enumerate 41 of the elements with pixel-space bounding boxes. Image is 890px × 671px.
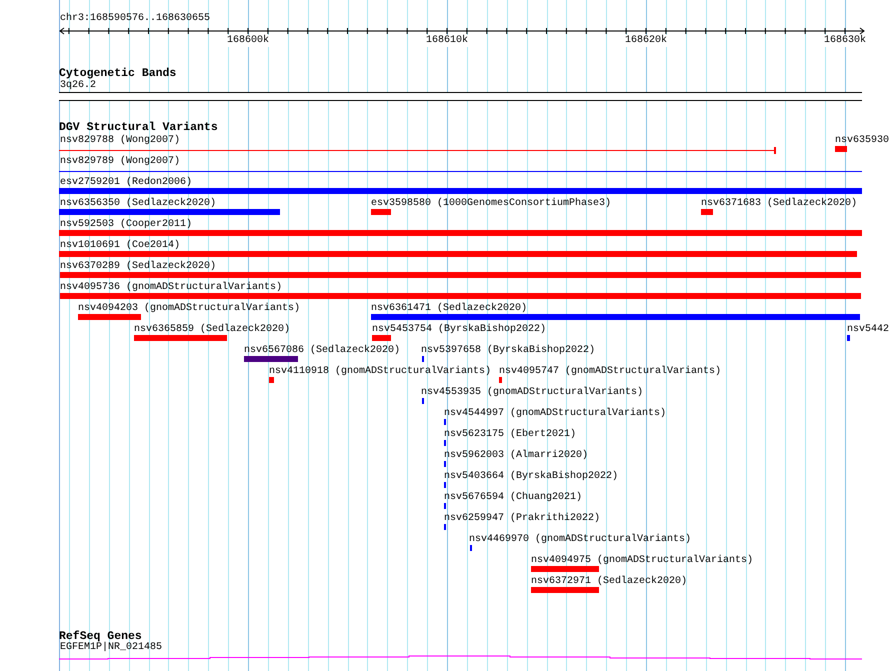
tick-label: 168620k xyxy=(625,35,667,47)
band-label: 3q26.2 xyxy=(60,80,96,92)
end-tick xyxy=(774,147,776,154)
variant-label: nsv5442 xyxy=(847,324,890,336)
variant-label: nsv6259947 (Prakrithi2022) xyxy=(444,513,600,525)
variant-label: nsv5962003 (Almarri2020) xyxy=(444,450,588,462)
variant-label: nsv635930 xyxy=(835,135,890,147)
track-title: Cytogenetic Bands xyxy=(59,67,176,80)
variant-label: nsv6370289 (Sedlazeck2020) xyxy=(60,261,216,273)
variant-label: nsv829789 (Wong2007) xyxy=(60,156,180,168)
variant-label: nsv4469970 (gnomADStructuralVariants) xyxy=(469,534,692,546)
gene-label: EGFEM1P|NR_021485 xyxy=(60,642,162,654)
variant-label: nsv6372971 (Sedlazeck2020) xyxy=(531,576,688,588)
variant-label: nsv4553935 (gnomADStructuralVariants) xyxy=(421,387,644,399)
variant-label: nsv5676594 (Chuang2021) xyxy=(444,492,582,504)
track-title: RefSeq Genes xyxy=(59,630,142,643)
tick-label: 168600k xyxy=(227,35,269,47)
track-title: DGV Structural Variants xyxy=(59,121,218,134)
variant-label: nsv829788 (Wong2007) xyxy=(60,135,180,147)
variant-label: nsv4095747 (gnomADStructuralVariants) xyxy=(499,366,722,378)
variant-label: nsv5403664 (ByrskaBishop2022) xyxy=(444,471,618,483)
variant-label: nsv6371683 (Sedlazeck2020) xyxy=(701,198,858,210)
position-label: chr3:168590576..168630655 xyxy=(60,13,210,25)
variant-label: nsv5623175 (Ebert2021) xyxy=(444,429,576,441)
variant-label: nsv1010691 (Coe2014) xyxy=(60,240,180,252)
variant-label: nsv6567086 (Sedlazeck2020) xyxy=(244,345,400,357)
tick-label: 168610k xyxy=(426,35,468,47)
tick-label: 168630k xyxy=(824,35,866,47)
variant-label: esv3598580 (1000GenomesConsortiumPhase3) xyxy=(371,198,612,210)
variant-label: nsv4095736 (gnomADStructuralVariants) xyxy=(60,282,282,294)
variant-label: nsv4544997 (gnomADStructuralVariants) xyxy=(444,408,666,420)
variant-label: nsv5397658 (ByrskaBishop2022) xyxy=(421,345,596,357)
variant-label: nsv592503 (Cooper2011) xyxy=(60,219,192,231)
variant-label: nsv5453754 (ByrskaBishop2022) xyxy=(372,324,546,336)
variant-label: nsv4110918 (gnomADStructuralVariants) xyxy=(269,366,492,378)
variant-label: nsv6361471 (Sedlazeck2020) xyxy=(371,303,528,315)
variant-label: esv2759201 (Redon2006) xyxy=(60,177,192,189)
variant-label: nsv6356350 (Sedlazeck2020) xyxy=(60,198,216,210)
variant-label: nsv4094975 (gnomADStructuralVariants) xyxy=(531,555,754,567)
variant-label: nsv4094203 (gnomADStructuralVariants) xyxy=(78,303,300,315)
variant-label: nsv6365859 (Sedlazeck2020) xyxy=(134,324,290,336)
